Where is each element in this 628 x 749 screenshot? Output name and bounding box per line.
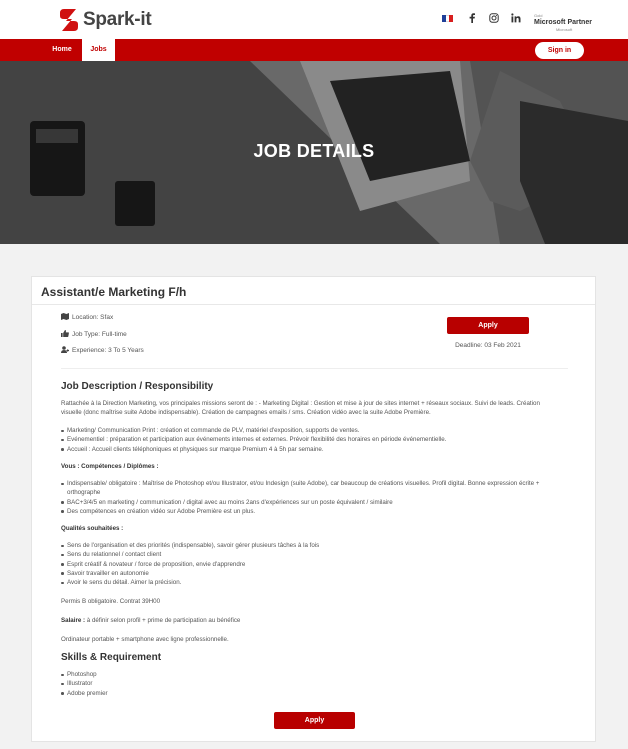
meta-divider (61, 368, 568, 369)
description-intro: Rattachée à la Direction Marketing, vos … (61, 400, 540, 417)
salaire-label: Salaire : (61, 617, 86, 624)
job-card: Assistant/e Marketing F/h Location: Sfax… (31, 276, 596, 742)
competences-list: Indispensable/ obligatoire : Maîtrise de… (61, 479, 566, 516)
permis-text: Permis B obligatoire. Contrat 39H00 (61, 598, 161, 605)
job-experience: Experience: 3 To 5 Years (61, 346, 144, 355)
skills-list: Photoshop Illustrator Adobe premier (61, 670, 566, 698)
list-item: Savoir travailler en autonomie (61, 569, 566, 578)
instagram-icon[interactable] (489, 13, 499, 23)
nav-jobs[interactable]: Jobs (82, 39, 115, 61)
list-item: Sens de l'organisation et des priorités … (61, 541, 566, 550)
job-type-text: Job Type: Full-time (72, 331, 127, 338)
skills-heading: Skills & Requirement (61, 652, 162, 663)
spark-logo-icon (60, 9, 78, 31)
qualites-heading: Qualités souhaitées : (61, 525, 124, 532)
missions-list: Marketing/ Communication Print : créatio… (61, 426, 566, 454)
job-type: Job Type: Full-time (61, 330, 127, 339)
brand-name: Spark-it (83, 9, 152, 30)
brand-logo[interactable]: Spark-it (58, 6, 152, 34)
facebook-icon[interactable] (467, 13, 477, 23)
apply-button-top[interactable]: Apply (447, 317, 529, 334)
top-header: Spark-it Gold Microsoft Partner Microsof… (0, 0, 628, 39)
apply-button-bottom[interactable]: Apply (274, 712, 355, 729)
thumbs-up-icon (61, 330, 69, 339)
user-graduate-icon (61, 346, 69, 355)
deadline-text: Deadline: 03 Feb 2021 (455, 342, 521, 349)
hero-banner: JOB DETAILS (0, 61, 628, 244)
linkedin-icon[interactable] (511, 13, 521, 23)
list-item: Marketing/ Communication Print : créatio… (61, 426, 566, 435)
microsoft-partner-badge: Gold Microsoft Partner Microsoft (534, 13, 592, 32)
list-item: Avoir le sens du détail. Aimer la précis… (61, 578, 566, 587)
competences-heading: Vous : Compétences / Diplômes : (61, 463, 159, 470)
list-item: Illustrator (61, 679, 566, 688)
salaire-value: à définir selon profil + prime de partic… (85, 617, 241, 624)
map-icon (61, 313, 69, 322)
main-nav: Home Jobs (0, 39, 628, 61)
qualites-list: Sens de l'organisation et des priorités … (61, 541, 566, 587)
header-icons (442, 13, 533, 23)
list-item: Evénementiel : préparation et participat… (61, 435, 566, 444)
nav-home[interactable]: Home (46, 39, 78, 61)
hero-title: JOB DETAILS (253, 141, 375, 161)
list-item: BAC+3/4/5 en marketing / communication /… (61, 498, 566, 507)
description-heading: Job Description / Responsibility (61, 381, 214, 392)
signin-button[interactable]: Sign in (535, 42, 584, 59)
french-flag-icon[interactable] (442, 14, 454, 22)
list-item: Sens du relationnel / contact client (61, 550, 566, 559)
job-location: Location: Sfax (61, 313, 113, 322)
list-item: Adobe premier (61, 689, 566, 698)
list-item: Esprit créatif & novateur / force de pro… (61, 560, 566, 569)
list-item: Accueil : Accueil clients téléphoniques … (61, 445, 566, 454)
salaire-text: Salaire : à définir selon profil + prime… (61, 616, 561, 625)
title-divider (32, 304, 595, 305)
list-item: Photoshop (61, 670, 566, 679)
experience-text: Experience: 3 To 5 Years (72, 347, 144, 354)
ordinateur-text: Ordinateur portable + smartphone avec li… (61, 636, 229, 643)
list-item: Indispensable/ obligatoire : Maîtrise de… (61, 479, 566, 498)
location-text: Location: Sfax (72, 314, 114, 321)
job-title: Assistant/e Marketing F/h (41, 285, 187, 299)
list-item: Des compétences en création vidéo sur Ad… (61, 507, 566, 516)
